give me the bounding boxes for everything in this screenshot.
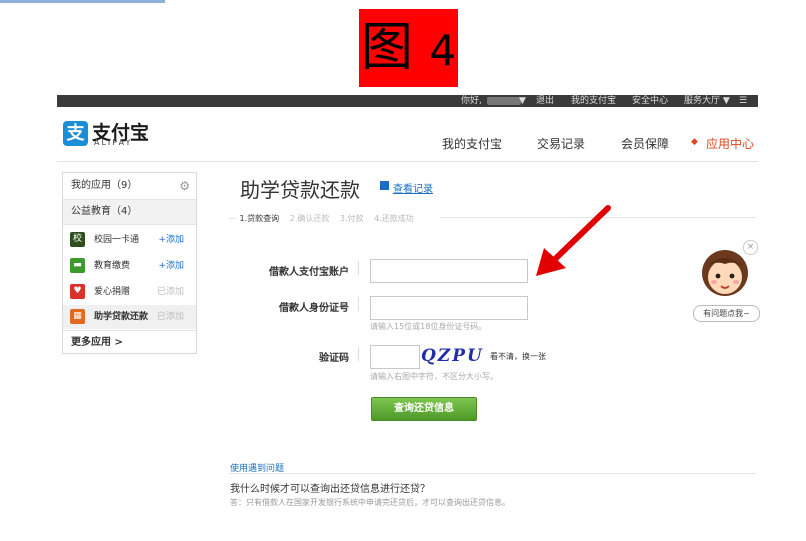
sidebar-item-edu-payment[interactable]: ▬ 教育缴费 +添加 [63, 253, 196, 279]
sidebar-category-label: 公益教育（4） [71, 206, 138, 217]
field-separator [358, 297, 359, 311]
sidebar-item-label: 助学贷款还款 [94, 312, 149, 322]
menu-list-icon[interactable]: ☰ [739, 95, 747, 107]
add-app-link[interactable]: +添加 [158, 253, 184, 279]
step-2: 2.确认还款 [289, 214, 330, 223]
field-separator [358, 347, 359, 361]
sidebar-item-donation[interactable]: ♥ 爱心捐赠 已添加 [63, 279, 196, 305]
added-status: 已添加 [156, 287, 184, 297]
record-list-icon[interactable] [380, 181, 389, 190]
figure-label-number: 4 [429, 26, 457, 75]
username-blur [487, 97, 521, 105]
heart-icon: ♥ [70, 284, 85, 299]
captcha-refresh-link[interactable]: 看不清，换一张 [490, 351, 546, 362]
greeting-text: 你好, [461, 96, 482, 106]
sidebar-my-apps[interactable]: 我的应用（9） ⚙ [63, 173, 196, 200]
nav-active-dot-icon: ◆ [691, 137, 698, 147]
sidebar-item-label: 校园一卡通 [94, 235, 140, 245]
red-arrow-annotation [536, 205, 611, 276]
query-repayment-button[interactable]: 查询还贷信息 [371, 397, 477, 421]
faq-divider [229, 473, 756, 474]
added-status: 已添加 [156, 312, 184, 322]
campus-card-icon: 校 [70, 232, 85, 247]
logo-english-text: ALIPAY [94, 138, 133, 147]
alipay-logo-icon[interactable]: 支 [63, 121, 88, 146]
nav-my-alipay[interactable]: 我的支付宝 [442, 135, 502, 152]
security-center-link[interactable]: 安全中心 [632, 95, 668, 107]
app-sidebar: 我的应用（9） ⚙ 公益教育（4） 校 校园一卡通 +添加 ▬ 教育缴费 +添加… [62, 172, 197, 354]
sidebar-more-apps[interactable]: 更多应用 > [63, 330, 196, 354]
top-edge-highlight [0, 0, 165, 3]
help-me-tag[interactable]: 有问题点我~ [693, 305, 760, 322]
account-input[interactable] [370, 259, 528, 283]
page-title: 助学贷款还款 [240, 178, 360, 202]
edu-payment-icon: ▬ [70, 258, 85, 273]
id-number-input[interactable] [370, 296, 528, 320]
top-account-bar: 你好, ▼ 退出 我的支付宝 安全中心 服务大厅 ▼ ☰ [57, 95, 758, 107]
captcha-input[interactable] [370, 345, 420, 369]
step-4: 4.还款成功 [374, 214, 414, 223]
figure-label: 图 4 [359, 9, 458, 87]
logout-link[interactable]: 退出 [536, 95, 554, 107]
step-3: 3.付款 [339, 214, 364, 223]
account-label: 借款人支付宝账户 [269, 267, 349, 278]
sidebar-item-campus-card[interactable]: 校 校园一卡通 +添加 [63, 227, 196, 253]
loan-repayment-icon: ▦ [70, 309, 85, 324]
figure-label-char: 图 [360, 18, 413, 78]
nav-app-center[interactable]: 应用中心 [706, 135, 754, 152]
faq-question: 我什么时候才可以查询出还贷信息进行还贷？ [230, 484, 430, 495]
more-apps-link[interactable]: 更多应用 > [71, 331, 123, 354]
step-1: 1.贷款查询 [239, 214, 280, 223]
my-alipay-top-link[interactable]: 我的支付宝 [571, 95, 616, 107]
faq-answer: 答：只有借款人在国家开发银行系统中申请完还贷后，才可以查询出还贷信息。 [230, 498, 510, 507]
captcha-hint: 请输入右图中字符，不区分大小写。 [370, 372, 498, 381]
nav-transactions[interactable]: 交易记录 [537, 135, 585, 152]
nav-membership[interactable]: 会员保障 [621, 135, 669, 152]
captcha-image[interactable]: QZPU [421, 346, 484, 366]
sidebar-category-public-edu[interactable]: 公益教育（4） [63, 200, 196, 225]
helper-mascot-icon[interactable] [699, 246, 751, 298]
gear-icon[interactable]: ⚙ [179, 173, 190, 199]
account-dropdown-icon[interactable]: ▼ [519, 95, 526, 107]
captcha-label: 验证码 [319, 353, 349, 364]
field-separator [358, 261, 359, 275]
service-hall-link[interactable]: 服务大厅 ▼ [684, 95, 730, 107]
top-edge-strip [0, 0, 806, 4]
view-records-link[interactable]: 查看记录 [393, 180, 433, 195]
sidebar-my-apps-label: 我的应用（9） [71, 180, 138, 191]
sidebar-item-label: 爱心捐赠 [94, 287, 131, 297]
id-number-hint: 请输入15位或18位身份证号码。 [370, 322, 487, 331]
id-number-label: 借款人身份证号 [279, 303, 349, 314]
step-indicator: — 1.贷款查询 2.确认还款 3.付款 4.还款成功 [229, 214, 414, 223]
sidebar-item-label: 教育缴费 [94, 261, 131, 271]
sidebar-item-loan-repayment[interactable]: ▦ 助学贷款还款 已添加 [63, 305, 196, 329]
add-app-link[interactable]: +添加 [158, 227, 184, 253]
